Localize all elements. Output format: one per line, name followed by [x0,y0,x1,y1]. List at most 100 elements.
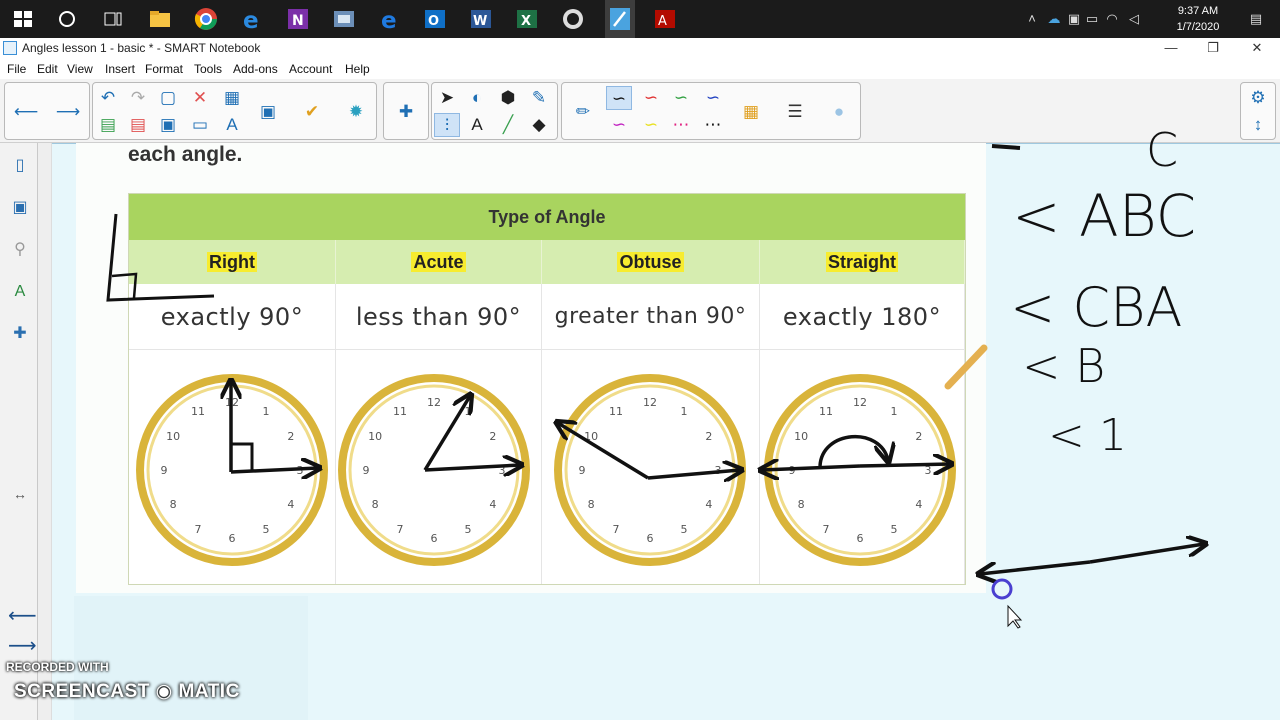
chat-icon[interactable]: ▭ [1084,11,1100,27]
pen-group: ✏ ∽ ∽ ∽ ∽ ∽ ∽ ⋯ ⋯ ▦ ☰ ● [561,82,861,140]
windows-taskbar: e N e O W X A ˄ ☁ ▣ ▭ ◠ ◁ 9:37 AM 1/7/20… [0,0,1280,38]
resize-sidebar-icon[interactable]: ↔ [9,481,31,507]
menu-help[interactable]: Help [345,62,370,76]
volume-icon[interactable]: ◁ [1126,11,1142,27]
acrobat-icon[interactable]: A [652,6,678,32]
attachments-icon[interactable]: ⚲ [9,237,31,263]
properties-icon[interactable]: A [9,279,31,305]
description-obtuse: greater than 90° [542,284,760,350]
menu-addons[interactable]: Add-ons [233,62,278,76]
shapes-icon[interactable]: ◐ [464,86,490,110]
svg-text:A: A [658,14,667,29]
full-screen-icon[interactable]: ▭ [187,113,213,137]
notification-icon[interactable]: ▤ [1248,11,1264,27]
pencil-icon[interactable]: ✏ [570,100,596,124]
excel-icon[interactable]: X [514,6,540,32]
chevron-up-icon[interactable]: ˄ [1024,11,1040,27]
paste-icon[interactable]: ▢ [155,86,181,110]
onenote-icon[interactable]: N [285,6,311,32]
menu-format[interactable]: Format [145,62,183,76]
window-title: Angles lesson 1 - basic * - SMART Notebo… [22,41,261,55]
color-palette-icon[interactable]: ▦ [738,100,764,124]
search-icon[interactable] [54,6,80,32]
next-page-icon[interactable]: ⟶ [55,100,81,124]
cloud-icon[interactable]: ☁ [1046,11,1062,27]
clock-time: 9:37 AM [1177,5,1219,17]
menu-view[interactable]: View [67,62,93,76]
page-sorter-icon[interactable]: ▯ [9,153,31,179]
ie-icon[interactable]: e [239,6,265,34]
toolbar-move-icon[interactable]: ↕ [1245,113,1271,137]
line-icon[interactable]: ╱ [495,113,521,137]
menu-tools[interactable]: Tools [194,62,222,76]
restore-button[interactable]: ❐ [1192,38,1234,59]
eraser-icon[interactable]: ◆ [526,113,552,137]
pen-magenta-icon[interactable]: ∽ [606,113,632,137]
toolbar: ⟵ ⟶ ↶ ↷ ▢ ✕ ▦ ▤ ▤ ▣ ▭ A ▣ ✔ ✹ ✚ ➤ ◐ ⬢ ✎ … [0,79,1280,143]
window-titlebar: Angles lesson 1 - basic * - SMART Notebo… [0,38,1280,59]
next-page-side-icon[interactable]: ⟶ [8,633,37,658]
screencast-o-matic-logo: SCREENCAST ◉ MATIC [14,681,240,702]
media-icon[interactable] [331,6,357,32]
gear-icon[interactable]: ⚙ [1245,86,1271,110]
outlook-icon[interactable]: O [422,6,448,32]
delete-icon[interactable]: ✕ [187,86,213,110]
add-page-icon[interactable]: ▤ [95,113,121,137]
pen-red-icon[interactable]: ∽ [638,86,664,110]
table-title: Type of Angle [129,194,965,240]
activity-builder-icon[interactable]: ✔ [299,100,325,124]
select-icon[interactable]: ➤ [434,86,460,110]
text-icon[interactable]: A [464,113,490,137]
text-recognition-icon[interactable]: A [219,113,245,137]
menu-file[interactable]: File [7,62,26,76]
clock-cell-acute [336,350,542,584]
pen-blue-icon[interactable]: ∽ [700,86,726,110]
screen-capture-icon[interactable]: ▣ [255,100,281,124]
pen-dotted-icon[interactable]: ⋯ [700,113,726,137]
previous-page-icon[interactable]: ⟵ [13,100,39,124]
obs-icon[interactable] [560,6,586,32]
pen-dashed-icon[interactable]: ⋯ [668,113,694,137]
clock-cell-straight [760,350,965,584]
line-style-icon[interactable]: ☰ [782,100,808,124]
edge-icon[interactable]: e [377,6,403,34]
menu-edit[interactable]: Edit [37,62,58,76]
wifi-icon[interactable]: ◠ [1104,11,1120,27]
file-explorer-icon[interactable] [147,6,173,32]
menu-insert[interactable]: Insert [105,62,135,76]
task-view-icon[interactable] [100,6,126,32]
settings-group: ⚙ ↕ [1240,82,1276,140]
vertical-scrollbar[interactable] [38,143,52,720]
close-button[interactable]: ✕ [1236,38,1278,59]
pen-black-icon[interactable]: ∽ [606,86,632,110]
table-icon[interactable]: ▦ [219,86,245,110]
fill-icon[interactable]: ⬢ [495,86,521,110]
previous-page-side-icon[interactable]: ⟵ [8,603,37,628]
monster-icon[interactable]: ✹ [343,100,369,124]
transparency-icon[interactable]: ● [826,100,852,124]
svg-text:e: e [243,8,259,32]
word-icon[interactable]: W [468,6,494,32]
chrome-icon[interactable] [193,6,219,32]
save-icon[interactable]: ▣ [155,113,181,137]
pen-tool-icon[interactable]: ✎ [526,86,552,110]
pen-yellow-icon[interactable]: ∽ [638,113,664,137]
gallery-icon[interactable]: ▣ [9,195,31,221]
clock[interactable]: 9:37 AM 1/7/2020 [1168,3,1228,35]
pen-green-icon[interactable]: ∽ [668,86,694,110]
menu-account[interactable]: Account [289,62,332,76]
edit-group: ↶ ↷ ▢ ✕ ▦ ▤ ▤ ▣ ▭ A ▣ ✔ ✹ [92,82,377,140]
start-icon[interactable] [10,6,36,32]
svg-text:N: N [292,13,304,29]
puzzle-icon[interactable]: ✚ [393,100,419,124]
undo-icon[interactable]: ↶ [95,86,121,110]
worksheet-image[interactable]: each angle. Type of Angle Right Acute Ob… [76,143,986,593]
addons-tab-icon[interactable]: ✚ [9,321,31,347]
redo-icon[interactable]: ↷ [125,86,151,110]
smart-notebook-icon[interactable] [605,0,635,38]
description-right: exactly 90° [129,284,336,350]
measure-icon[interactable]: ⫶ [434,113,460,137]
minimize-button[interactable]: — [1150,38,1192,59]
camera-icon[interactable]: ▣ [1066,11,1082,27]
delete-page-icon[interactable]: ▤ [125,113,151,137]
